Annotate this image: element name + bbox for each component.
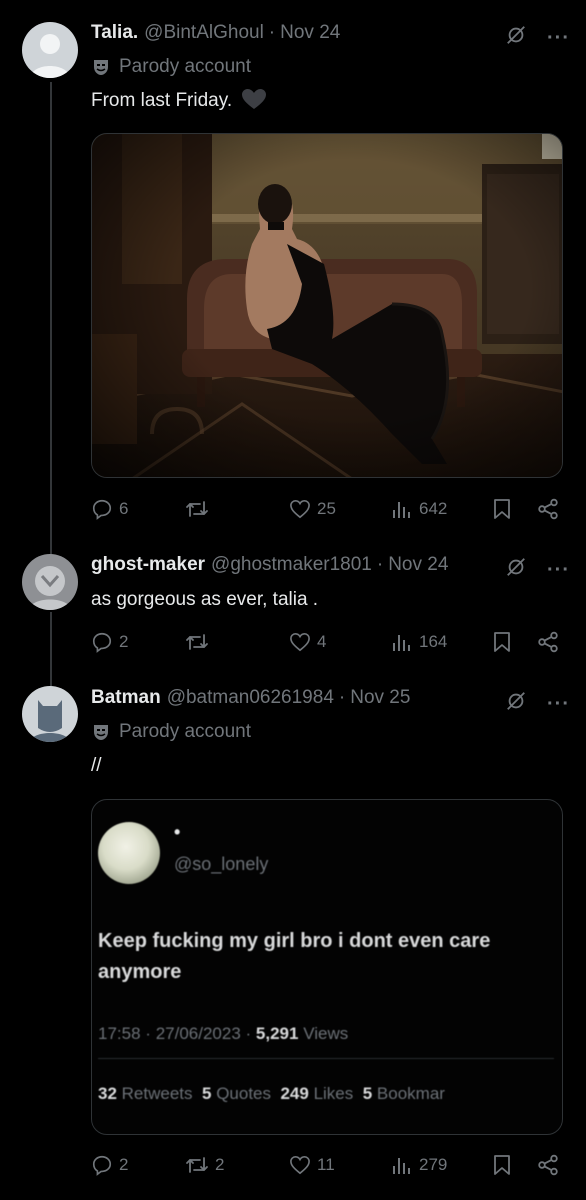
reply-count: 2 <box>119 632 129 651</box>
separator: · <box>376 554 384 575</box>
parody-label: Parody account <box>91 52 570 82</box>
reply-button[interactable]: 6 <box>91 498 185 520</box>
bookmark-icon <box>494 632 510 652</box>
reply-button[interactable]: 2 <box>91 1154 185 1176</box>
views-icon <box>393 502 410 518</box>
views-button[interactable]: 642 <box>391 498 493 520</box>
tweet-date[interactable]: Nov 25 <box>350 687 410 709</box>
share-icon <box>538 1154 558 1176</box>
quoted-image[interactable]: • @so_lonely Keep fucking my girl bro i … <box>91 799 563 1135</box>
like-button[interactable]: 4 <box>289 632 391 652</box>
handle[interactable]: @ghostmaker1801 <box>211 554 372 576</box>
views-count: 164 <box>419 632 448 651</box>
bookmark-button[interactable] <box>493 631 537 653</box>
parody-mask-icon <box>91 722 111 742</box>
divider <box>98 1058 554 1059</box>
avatar[interactable] <box>22 554 78 610</box>
reply-icon <box>92 499 112 520</box>
like-count: 4 <box>317 632 327 651</box>
handle[interactable]: @BintAlGhoul <box>144 22 264 44</box>
thread-line <box>50 612 52 688</box>
parody-mask-icon <box>91 57 111 77</box>
share-button[interactable] <box>537 1154 559 1176</box>
retweet-button[interactable]: 2 <box>185 1154 289 1176</box>
like-icon <box>290 499 310 519</box>
share-icon <box>538 498 558 520</box>
quoted-stats: 32 Retweets 5 Quotes 249 Likes 5 Bookmar <box>98 1084 445 1103</box>
views-icon <box>393 1158 410 1174</box>
display-name[interactable]: ghost-maker <box>91 554 205 576</box>
retweet-button[interactable] <box>185 498 289 520</box>
quoted-name: • <box>174 822 181 842</box>
like-count: 11 <box>317 1155 335 1174</box>
retweet-count: 2 <box>215 1155 225 1174</box>
like-icon <box>290 1155 310 1175</box>
retweet-icon <box>186 501 208 517</box>
views-icon <box>393 635 410 651</box>
share-icon <box>538 631 558 653</box>
retweet-icon <box>186 1157 208 1173</box>
reply-button[interactable]: 2 <box>91 631 185 653</box>
like-button[interactable]: 11 <box>289 1155 391 1175</box>
tweet-photo[interactable] <box>91 133 563 478</box>
bookmark-button[interactable] <box>493 1154 537 1176</box>
tweet-text: From last Friday. <box>91 90 233 111</box>
separator: · <box>268 22 276 43</box>
retweet-icon <box>186 634 208 650</box>
quoted-handle: @so_lonely <box>174 854 269 874</box>
share-button[interactable] <box>537 498 559 520</box>
bookmark-icon <box>494 1155 510 1175</box>
quoted-avatar <box>98 822 160 884</box>
views-count: 642 <box>419 499 448 518</box>
views-count: 279 <box>419 1155 448 1174</box>
avatar[interactable] <box>22 686 78 742</box>
bookmark-icon <box>494 499 510 519</box>
like-count: 25 <box>317 499 336 518</box>
tweet-text: as gorgeous as ever, talia . <box>91 589 319 610</box>
separator: · <box>338 687 346 708</box>
handle[interactable]: @batman06261984 <box>167 687 334 709</box>
thread-line <box>50 82 52 558</box>
black-heart-emoji <box>241 88 267 118</box>
views-button[interactable]: 279 <box>391 1154 493 1176</box>
parody-label: Parody account <box>91 717 570 747</box>
reply-icon <box>92 632 112 653</box>
like-button[interactable]: 25 <box>289 499 391 519</box>
avatar[interactable] <box>22 22 78 78</box>
like-icon <box>290 632 310 652</box>
share-button[interactable] <box>537 631 559 653</box>
retweet-button[interactable] <box>185 631 289 653</box>
tweet-date[interactable]: Nov 24 <box>280 22 340 44</box>
views-button[interactable]: 164 <box>391 631 493 653</box>
reply-icon <box>92 1155 112 1176</box>
display-name[interactable]: Batman <box>91 687 161 709</box>
quoted-meta: 17:58 · 27/06/2023 · 5,291 Views <box>98 1024 349 1043</box>
bookmark-button[interactable] <box>493 498 537 520</box>
display-name[interactable]: Talia. <box>91 22 138 44</box>
quoted-text: Keep fucking my girl bro i dont even car… <box>98 930 491 983</box>
reply-count: 6 <box>119 499 129 518</box>
tweet-date[interactable]: Nov 24 <box>388 554 448 576</box>
tweet-text: // <box>91 755 102 776</box>
reply-count: 2 <box>119 1155 129 1174</box>
